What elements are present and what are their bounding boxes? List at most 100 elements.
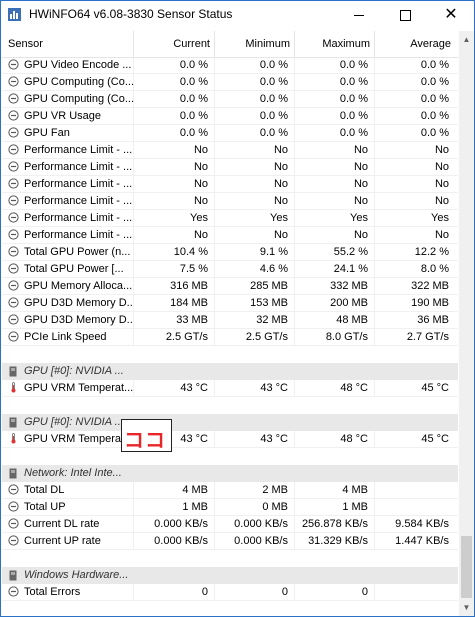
minimize-icon — [354, 14, 364, 16]
minimum-value: 4.6 % — [215, 261, 295, 277]
average-value — [375, 499, 455, 515]
scrollbar-thumb[interactable] — [461, 536, 472, 598]
spacer-row — [2, 397, 458, 414]
average-value: 2.7 GT/s — [406, 331, 449, 343]
average-value: 36 MB — [417, 314, 449, 326]
sensor-row[interactable]: GPU VRM Temperat... 43 °C 43 °C 48 °C 45 °C — [2, 431, 458, 448]
scroll-up-arrow-icon[interactable]: ▲ — [459, 31, 474, 48]
current-value: 0.0 % — [134, 57, 215, 73]
annotation-callout: ココ — [121, 419, 172, 452]
sensor-row[interactable]: Performance Limit - ... No No No No — [2, 159, 458, 176]
sensor-row[interactable]: GPU Fan 0.0 % 0.0 % 0.0 % 0.0 % — [2, 125, 458, 142]
average-value: 0.0 % — [420, 127, 449, 139]
sensor-row[interactable]: Performance Limit - ... No No No No — [2, 176, 458, 193]
sensor-row[interactable]: GPU VR Usage 0.0 % 0.0 % 0.0 % 0.0 % — [2, 108, 458, 125]
sensor-name: GPU Fan — [2, 125, 134, 141]
average-value: 12.2 % — [414, 246, 449, 258]
current-value: 0.0 % — [134, 108, 215, 124]
sensor-row[interactable]: Performance Limit - ... Yes Yes Yes Yes — [2, 210, 458, 227]
group-label: Windows Hardware... — [24, 569, 129, 581]
sensor-row[interactable]: PCIe Link Speed 2.5 GT/s 2.5 GT/s 8.0 GT/s 2… — [2, 329, 458, 346]
sensor-name: Performance Limit - ... — [2, 142, 134, 158]
minimum-value: 2 MB — [215, 482, 295, 498]
sensor-group-header[interactable]: Network: Intel Inte... — [2, 465, 458, 482]
sensor-name: Total DL — [2, 482, 134, 498]
average-value: No — [434, 161, 449, 173]
maximum-value: No — [295, 159, 375, 175]
sensor-group-header[interactable]: Windows Hardware... — [2, 567, 458, 584]
average-value: 0.0 % — [420, 110, 449, 122]
sensor-chip-icon — [9, 468, 17, 479]
sensor-row[interactable]: GPU D3D Memory D... 184 MB 153 MB 200 MB 190… — [2, 295, 458, 312]
sensor-row[interactable]: Current UP rate 0.000 KB/s 0.000 KB/s 31.32… — [2, 533, 458, 550]
current-value: No — [134, 227, 215, 243]
sensor-name: GPU Memory Alloca... — [2, 278, 134, 294]
minimum-value: 43 °C — [215, 431, 295, 447]
minimum-value: 43 °C — [215, 380, 295, 396]
vertical-scrollbar[interactable]: ▲ ▼ — [459, 31, 474, 616]
sensor-row[interactable]: GPU Computing (Co... 0.0 % 0.0 % 0.0 % 0.0 % — [2, 91, 458, 108]
sensor-name: Total UP — [2, 499, 134, 515]
group-label: GPU [#0]: NVIDIA ... — [24, 416, 124, 428]
sensor-row[interactable]: GPU VRM Temperat... 43 °C 43 °C 48 °C 45 °C — [2, 380, 458, 397]
column-header: Sensor Current Minimum Maximum Average — [2, 31, 458, 58]
sensor-row[interactable]: Total DL 4 MB 2 MB 4 MB — [2, 482, 458, 499]
minimum-value: 2.5 GT/s — [215, 329, 295, 345]
maximum-value: 48 MB — [295, 312, 375, 328]
group-label: Network: Intel Inte... — [24, 467, 122, 479]
sensor-name: Total GPU Power [... — [2, 261, 134, 277]
maximum-value: No — [295, 142, 375, 158]
column-header-current[interactable]: Current — [134, 31, 215, 57]
sensor-row[interactable]: Current DL rate 0.000 KB/s 0.000 KB/s 256.8… — [2, 516, 458, 533]
sensor-name: Total GPU Power (n... — [2, 244, 134, 260]
sensor-row[interactable]: Performance Limit - ... No No No No — [2, 227, 458, 244]
sensor-name: GPU Computing (Co... — [2, 74, 134, 90]
minimum-value: No — [215, 193, 295, 209]
maximum-value: 200 MB — [295, 295, 375, 311]
maximum-value: 0.0 % — [295, 125, 375, 141]
column-header-maximum[interactable]: Maximum — [295, 31, 375, 57]
current-value: 33 MB — [134, 312, 215, 328]
close-button[interactable]: ✕ — [428, 1, 474, 29]
sensor-row[interactable]: GPU Memory Alloca... 316 MB 285 MB 332 MB 32… — [2, 278, 458, 295]
scroll-down-arrow-icon[interactable]: ▼ — [459, 599, 474, 616]
maximum-value: 0.0 % — [295, 108, 375, 124]
minimize-button[interactable] — [336, 1, 382, 29]
column-header-sensor[interactable]: Sensor — [2, 31, 134, 57]
sensor-group-header[interactable]: GPU [#0]: NVIDIA ... — [2, 363, 458, 380]
current-value: 0.0 % — [134, 74, 215, 90]
sensor-name: PCIe Link Speed — [2, 329, 134, 345]
sensor-name: Performance Limit - ... — [2, 227, 134, 243]
sensor-group-header[interactable]: GPU [#0]: NVIDIA ... — [2, 414, 458, 431]
average-value: 0.0 % — [420, 76, 449, 88]
minimum-value: 0.0 % — [215, 125, 295, 141]
sensor-list[interactable]: GPU Video Encode ... 0.0 % 0.0 % 0.0 % 0.0 %… — [2, 57, 458, 617]
minimum-value: No — [215, 142, 295, 158]
sensor-row[interactable]: Total GPU Power [... 7.5 % 4.6 % 24.1 % 8.0 … — [2, 261, 458, 278]
annotation-text: ココ — [124, 428, 166, 452]
sensor-row[interactable]: Total UP 1 MB 0 MB 1 MB — [2, 499, 458, 516]
sensor-row[interactable]: Total GPU Power (n... 10.4 % 9.1 % 55.2 % 12… — [2, 244, 458, 261]
title-bar[interactable]: HWiNFO64 v6.08-3830 Sensor Status ✕ — [1, 1, 474, 29]
column-header-average[interactable]: Average — [375, 31, 455, 57]
maximum-value: No — [295, 193, 375, 209]
sensor-row[interactable]: Performance Limit - ... No No No No — [2, 142, 458, 159]
average-value: No — [434, 144, 449, 156]
minimum-value: 0 MB — [215, 499, 295, 515]
average-value — [375, 584, 455, 600]
group-fill — [134, 567, 458, 584]
sensor-row[interactable]: GPU Computing (Co... 0.0 % 0.0 % 0.0 % 0.0 % — [2, 74, 458, 91]
sensor-name: Current UP rate — [2, 533, 134, 549]
sensor-row[interactable]: Performance Limit - ... No No No No — [2, 193, 458, 210]
sensor-chip-icon — [9, 417, 17, 428]
sensor-row[interactable]: Total Errors 0 0 0 — [2, 584, 458, 601]
window-title: HWiNFO64 v6.08-3830 Sensor Status — [29, 7, 233, 21]
column-header-minimum[interactable]: Minimum — [215, 31, 295, 57]
average-value: 45 °C — [421, 433, 449, 445]
sensor-row[interactable]: GPU D3D Memory D... 33 MB 32 MB 48 MB 36 MB — [2, 312, 458, 329]
sensor-chip-icon — [9, 366, 17, 377]
sensor-row[interactable]: GPU Video Encode ... 0.0 % 0.0 % 0.0 % 0.0 % — [2, 57, 458, 74]
current-value: 4 MB — [134, 482, 215, 498]
minimum-value: 0 — [215, 584, 295, 600]
maximize-button[interactable] — [382, 1, 428, 29]
